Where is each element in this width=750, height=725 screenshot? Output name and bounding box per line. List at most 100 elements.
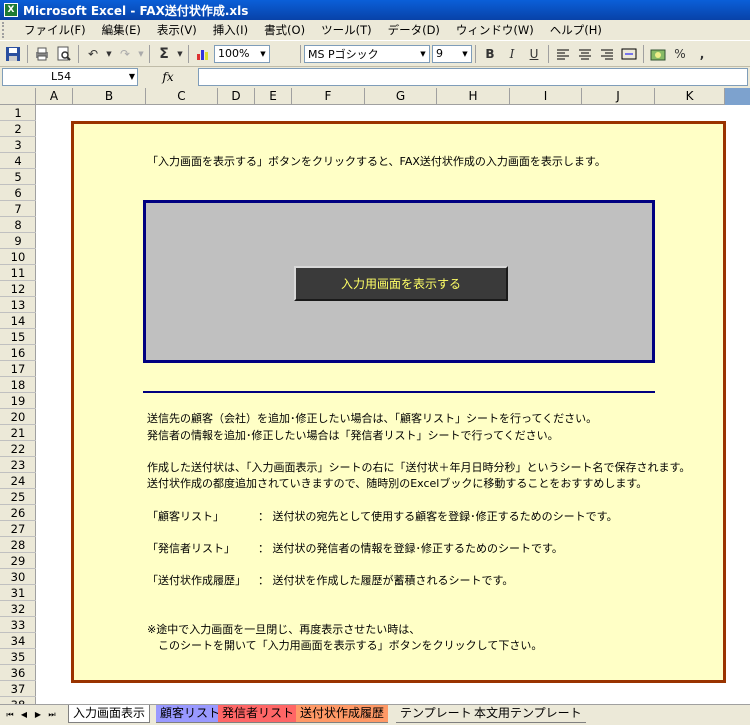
menu-help[interactable]: ヘルプ(H) [542,22,610,38]
column-header[interactable]: F [292,88,365,105]
column-header[interactable]: A [36,88,73,105]
italic-button[interactable]: I [502,44,522,64]
select-all-corner[interactable] [0,88,36,105]
menu-window[interactable]: ウィンドウ(W) [448,22,542,38]
row-header[interactable]: 25 [0,489,36,505]
row-header[interactable]: 22 [0,441,36,457]
menu-insert[interactable]: 挿入(I) [205,22,256,38]
menu-view[interactable]: 表示(V) [149,22,205,38]
tab-history[interactable]: 送付状作成履歴 [296,705,389,723]
redo-dropdown-icon[interactable]: ▼ [137,44,145,64]
column-header[interactable]: E [255,88,292,105]
row-header[interactable]: 29 [0,553,36,569]
menu-file[interactable]: ファイル(F) [16,22,94,38]
redo-icon[interactable]: ↷ [115,44,135,64]
row-header[interactable]: 9 [0,233,36,249]
chart-wizard-icon[interactable] [193,44,213,64]
merge-center-icon[interactable] [619,44,639,64]
row-header[interactable]: 32 [0,601,36,617]
row-header[interactable]: 1 [0,105,36,121]
row-header[interactable]: 6 [0,185,36,201]
save-icon[interactable] [3,44,23,64]
font-size-select[interactable]: 9 ▼ [432,44,472,63]
column-header[interactable]: I [510,88,582,105]
row-header[interactable]: 7 [0,201,36,217]
row-header[interactable]: 31 [0,585,36,601]
row-header[interactable]: 5 [0,169,36,185]
next-sheet-icon[interactable]: ▶ [32,708,44,722]
row-header[interactable]: 14 [0,313,36,329]
tab-body-template[interactable]: 本文用テンプレート [470,705,586,723]
last-sheet-icon[interactable]: ⏭ [46,708,58,722]
menu-grip[interactable] [2,22,12,38]
print-icon[interactable] [32,44,52,64]
row-header[interactable]: 11 [0,265,36,281]
column-header[interactable]: H [437,88,510,105]
row-header[interactable]: 16 [0,345,36,361]
row-header[interactable]: 38 [0,697,36,704]
tab-template[interactable]: テンプレート [396,705,476,723]
row-header[interactable]: 34 [0,633,36,649]
menu-data[interactable]: データ(D) [380,22,448,38]
row-header[interactable]: 15 [0,329,36,345]
autosum-dropdown-icon[interactable]: ▼ [176,44,184,64]
row-header[interactable]: 4 [0,153,36,169]
row-header[interactable]: 35 [0,649,36,665]
row-header[interactable]: 30 [0,569,36,585]
bold-button[interactable]: B [480,44,500,64]
percent-button[interactable]: % [670,44,690,64]
column-header[interactable]: D [218,88,255,105]
name-box[interactable]: L54 ▼ [2,68,138,86]
row-header[interactable]: 36 [0,665,36,681]
row-header[interactable]: 19 [0,393,36,409]
row-header[interactable]: 2 [0,121,36,137]
column-header[interactable]: C [146,88,218,105]
menu-tools[interactable]: ツール(T) [313,22,380,38]
row-header[interactable]: 23 [0,457,36,473]
formula-input[interactable] [198,68,748,86]
row-header[interactable]: 8 [0,217,36,233]
comma-button[interactable]: , [692,44,712,64]
row-header[interactable]: 21 [0,425,36,441]
row-header[interactable]: 10 [0,249,36,265]
row-header[interactable]: 13 [0,297,36,313]
undo-icon[interactable]: ↶ [83,44,103,64]
column-header[interactable]: J [582,88,655,105]
column-header[interactable]: K [655,88,725,105]
row-header[interactable]: 18 [0,377,36,393]
undo-dropdown-icon[interactable]: ▼ [105,44,113,64]
align-right-icon[interactable] [597,44,617,64]
underline-button[interactable]: U [524,44,544,64]
row-header[interactable]: 24 [0,473,36,489]
prev-sheet-icon[interactable]: ◀ [18,708,30,722]
row-header[interactable]: 28 [0,537,36,553]
row-header[interactable]: 27 [0,521,36,537]
menu-format[interactable]: 書式(O) [256,22,313,38]
row-header[interactable]: 37 [0,681,36,697]
font-name-select[interactable]: MS Pゴシック ▼ [304,44,430,63]
insert-function-icon[interactable]: fx [138,70,198,84]
tab-customer-list[interactable]: 顧客リスト [156,705,225,723]
autosum-icon[interactable]: Σ [154,44,174,64]
excel-app-icon[interactable]: X [4,3,18,17]
align-center-icon[interactable] [575,44,595,64]
row-header[interactable]: 3 [0,137,36,153]
column-header-partial[interactable] [725,88,750,105]
zoom-select[interactable]: 100% ▼ [214,44,270,63]
currency-icon[interactable] [648,44,668,64]
first-sheet-icon[interactable]: ⏮ [4,708,16,722]
row-header[interactable]: 20 [0,409,36,425]
column-header[interactable]: G [365,88,437,105]
align-left-icon[interactable] [553,44,573,64]
row-header[interactable]: 33 [0,617,36,633]
tab-input-screen[interactable]: 入力画面表示 [68,705,151,723]
tab-sender-list[interactable]: 発信者リスト [218,705,299,723]
row-header[interactable]: 26 [0,505,36,521]
menu-edit[interactable]: 編集(E) [94,22,149,38]
row-header[interactable]: 17 [0,361,36,377]
chevron-down-icon[interactable]: ▼ [129,69,135,85]
column-header[interactable]: B [73,88,146,105]
show-input-screen-button[interactable]: 入力用画面を表示する [294,266,508,301]
print-preview-icon[interactable] [54,44,74,64]
row-header[interactable]: 12 [0,281,36,297]
